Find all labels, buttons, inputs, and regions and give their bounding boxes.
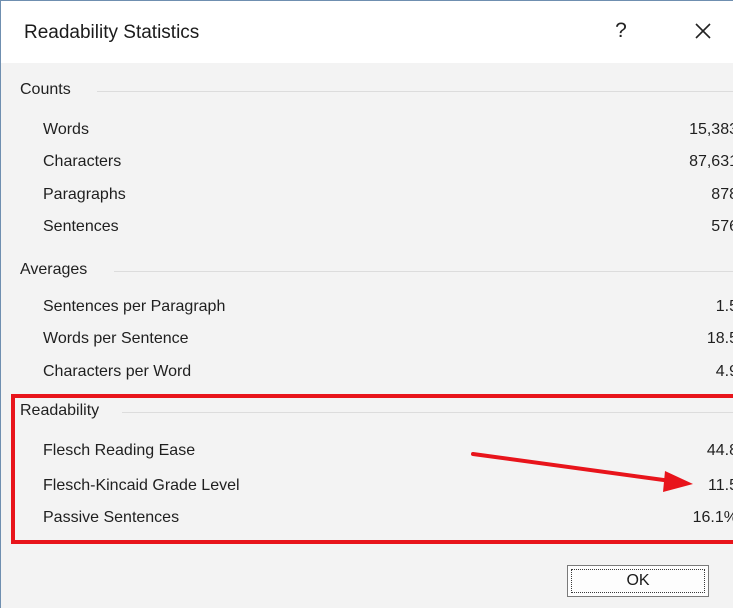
- row-value-characters: 87,631: [689, 153, 733, 170]
- row-label-characters-per-word: Characters per Word: [43, 363, 192, 380]
- readability-statistics-dialog: Readability Statistics ? Counts Words 15…: [0, 0, 733, 608]
- row-value-words: 15,383: [689, 121, 733, 138]
- row-label-sentences-per-paragraph: Sentences per Paragraph: [43, 298, 226, 315]
- row-label-paragraphs: Paragraphs: [43, 186, 126, 203]
- row-value-paragraphs: 878: [711, 186, 733, 203]
- row-label-words: Words: [43, 121, 89, 138]
- row-label-sentences: Sentences: [43, 218, 119, 235]
- row-value-sentences: 576: [711, 218, 733, 235]
- close-icon: [695, 23, 711, 39]
- section-counts-heading: Counts: [20, 81, 71, 98]
- ok-button-label: OK: [626, 572, 650, 589]
- dialog-title: Readability Statistics: [24, 22, 200, 43]
- ok-button[interactable]: OK: [567, 565, 709, 597]
- help-icon: ?: [615, 19, 627, 42]
- row-label-words-per-sentence: Words per Sentence: [43, 330, 189, 347]
- section-averages-heading: Averages: [20, 261, 88, 278]
- row-label-characters: Characters: [43, 153, 122, 170]
- row-value-sentences-per-paragraph: 1.5: [715, 298, 733, 315]
- close-button[interactable]: [681, 9, 725, 53]
- section-divider: [114, 271, 733, 272]
- help-button[interactable]: ?: [599, 9, 643, 53]
- row-value-characters-per-word: 4.9: [715, 363, 733, 380]
- row-value-words-per-sentence: 18.5: [706, 330, 733, 347]
- title-bar: Readability Statistics ?: [1, 1, 733, 63]
- section-divider: [97, 91, 733, 92]
- readability-highlight-box: [11, 394, 733, 544]
